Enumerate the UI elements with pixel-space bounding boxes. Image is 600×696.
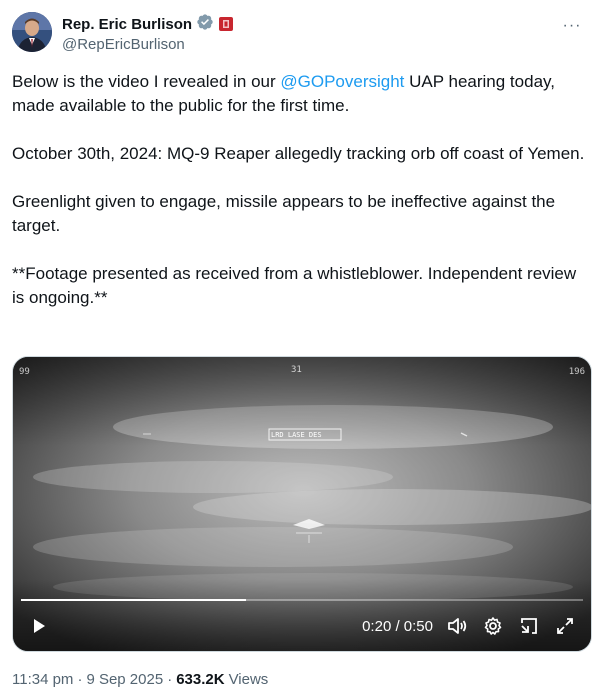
hud-readout-left: 99 <box>19 367 30 377</box>
play-icon[interactable] <box>25 612 53 640</box>
separator-dot: · <box>77 671 83 688</box>
tweet-paragraph-1: Below is the video I revealed in our @GO… <box>12 72 555 115</box>
views-label: Views <box>228 671 269 688</box>
avatar[interactable] <box>12 12 52 52</box>
picture-in-picture-icon[interactable] <box>515 612 543 640</box>
mention-link[interactable]: @GOPoversight <box>280 72 404 91</box>
post-time[interactable]: 11:34 pm <box>12 671 73 688</box>
video-controls: 0:20 / 0:50 <box>13 601 591 651</box>
tweet-paragraph-3: Greenlight given to engage, missile appe… <box>12 192 556 235</box>
affiliation-badge-icon[interactable] <box>218 16 235 32</box>
more-options-icon[interactable]: ··· <box>560 16 584 36</box>
tweet-header: Rep. Eric Burlison @RepEricBurlison ··· <box>12 12 588 56</box>
hud-readout-right: 196 <box>568 367 585 377</box>
separator-dot: · <box>167 671 173 688</box>
handle[interactable]: @RepEricBurlison <box>62 36 185 53</box>
hud-readout-top: 31 <box>291 365 302 375</box>
verified-badge-icon <box>196 13 214 36</box>
views-count: 633.2K <box>176 671 225 688</box>
tweet-footer: 11:34 pm · 9 Sep 2025 · 633.2K Views <box>12 671 268 688</box>
video-player[interactable]: 99 196 31 LRD LASE DES 0:20 / 0:50 <box>12 356 592 652</box>
post-date[interactable]: 9 Sep 2025 <box>86 671 163 688</box>
video-time: 0:20 / 0:50 <box>362 617 433 635</box>
video-overlay-label: LRD LASE DES <box>271 431 322 439</box>
fullscreen-icon[interactable] <box>551 612 579 640</box>
volume-icon[interactable] <box>443 612 471 640</box>
settings-gear-icon[interactable] <box>479 612 507 640</box>
display-name[interactable]: Rep. Eric Burlison <box>62 16 192 33</box>
tweet-text: Below is the video I revealed in our @GO… <box>12 70 588 310</box>
tweet-paragraph-2: October 30th, 2024: MQ-9 Reaper allegedl… <box>12 144 585 163</box>
tweet-paragraph-4: **Footage presented as received from a w… <box>12 264 577 307</box>
